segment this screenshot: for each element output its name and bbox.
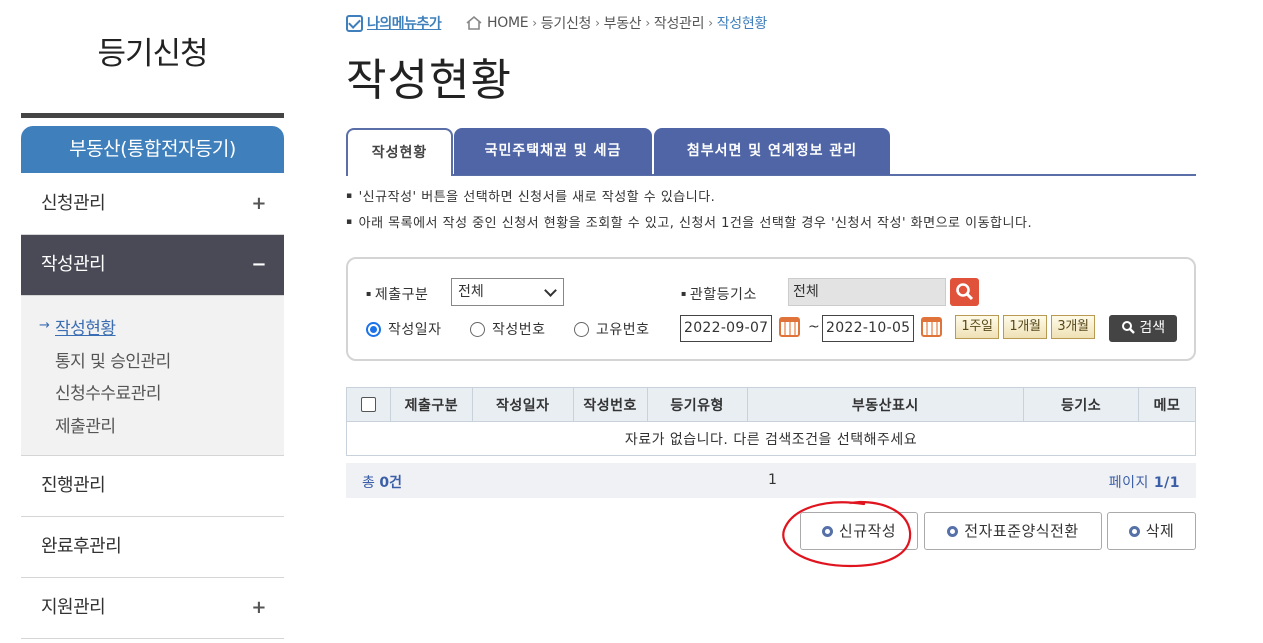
submenu-item-fee[interactable]: 신청수수료관리	[55, 379, 161, 404]
office-search-button[interactable]	[950, 278, 979, 306]
tab-attachments[interactable]: 첨부서면 및 연계정보 관리	[654, 128, 890, 175]
date-to-input[interactable]: 2022-10-05	[822, 315, 914, 342]
pagination-bar: 총 0건 1 페이지 1/1	[346, 463, 1196, 498]
search-panel: ▪ 제출구분 전체 ▪ 관할등기소 전체 작성일자 작성번호 고유번호 2022-0…	[346, 257, 1196, 361]
chevron-right-icon: ›	[708, 16, 713, 30]
radio-unchecked-icon	[574, 321, 589, 337]
breadcrumb: HOME › 등기신청 › 부동산 › 작성관리 › 작성현황	[465, 13, 767, 33]
sidebar-item-progress[interactable]: 진행관리	[21, 456, 284, 517]
sidebar: 등기신청 부동산(통합전자등기) 신청관리 + 작성관리 − → 작성현황 통지…	[21, 0, 284, 643]
sidebar-title: 등기신청	[97, 36, 208, 72]
note-line: ▪ 아래 목록에서 작성 중인 신청서 현황을 조회할 수 있고, 신청서 1건을…	[346, 216, 1033, 231]
page-info: 페이지 1/1	[1108, 475, 1180, 491]
sidebar-item-label: 진행관리	[41, 475, 106, 496]
calendar-icon[interactable]	[779, 317, 800, 337]
submit-type-select[interactable]: 전체	[451, 278, 564, 306]
submenu-item-status[interactable]: 작성현황	[55, 314, 116, 339]
page-title: 작성현황	[346, 55, 512, 106]
results-table: 제출구분 작성일자 작성번호 등기유형 부동산표시 등기소 메모 자료가 없습니…	[346, 387, 1196, 456]
sidebar-item-support[interactable]: 지원관리 +	[21, 578, 284, 639]
office-label: ▪ 관할등기소	[681, 287, 757, 303]
guide-notes: ▪ '신규작성' 버튼을 선택하면 신청서를 새로 작성할 수 있습니다. ▪ 아래…	[346, 186, 1032, 238]
sidebar-item-label: 작성관리	[41, 254, 106, 275]
checkbox-icon	[346, 14, 363, 32]
period-1week-button[interactable]: 1주일	[955, 315, 999, 339]
submit-type-label: ▪ 제출구분	[366, 287, 429, 303]
column-header: 부동산표시	[746, 387, 1024, 422]
bullet-circle-icon	[821, 526, 833, 537]
table-header-row: 제출구분 작성일자 작성번호 등기유형 부동산표시 등기소 메모	[346, 387, 1196, 422]
column-header: 작성일자	[471, 387, 574, 422]
submenu-item-notice[interactable]: 통지 및 승인관리	[55, 347, 171, 372]
breadcrumb-realestate[interactable]: 부동산	[604, 13, 642, 33]
search-button[interactable]: 검색	[1109, 315, 1177, 342]
period-1month-button[interactable]: 1개월	[1003, 315, 1047, 339]
column-header: 제출구분	[389, 387, 473, 422]
radio-number[interactable]: 작성번호	[470, 319, 546, 339]
period-3month-button[interactable]: 3개월	[1051, 315, 1095, 339]
calendar-icon[interactable]	[921, 317, 942, 337]
search-icon	[1121, 321, 1135, 334]
chevron-right-icon: ›	[595, 16, 600, 30]
search-icon	[956, 283, 974, 301]
radio-unchecked-icon	[470, 321, 485, 337]
chevron-right-icon: ›	[532, 16, 537, 30]
column-header: 등기유형	[646, 387, 748, 422]
radio-unique[interactable]: 고유번호	[574, 319, 650, 339]
add-my-menu-label: 나의메뉴추가	[367, 16, 442, 32]
office-field[interactable]: 전체	[788, 278, 946, 306]
sidebar-submenu: → 작성현황 통지 및 승인관리 신청수수료관리 제출관리	[21, 296, 284, 456]
tab-status[interactable]: 작성현황	[346, 128, 453, 176]
sidebar-item-label: 지원관리	[41, 597, 106, 618]
tab-bar: 작성현황 국민주택채권 및 세금 첨부서면 및 연계정보 관리	[346, 128, 1196, 176]
empty-message: 자료가 없습니다. 다른 검색조건을 선택해주세요	[346, 421, 1196, 456]
select-all-checkbox[interactable]	[360, 397, 376, 412]
date-from-input[interactable]: 2022-09-07	[680, 315, 772, 342]
minus-icon[interactable]: −	[251, 235, 266, 295]
radio-date[interactable]: 작성일자	[366, 319, 442, 339]
select-all-cell	[346, 387, 391, 422]
convert-standard-form-button[interactable]: 전자표준양식전환	[924, 512, 1102, 550]
home-icon[interactable]	[465, 15, 483, 31]
table-row: 자료가 없습니다. 다른 검색조건을 선택해주세요	[346, 421, 1196, 456]
column-header: 작성번호	[572, 387, 648, 422]
submenu-item-submit[interactable]: 제출관리	[55, 412, 116, 437]
sidebar-category[interactable]: 부동산(통합전자등기)	[21, 126, 284, 173]
new-write-button[interactable]: 신규작성	[800, 512, 918, 550]
bullet-icon: ▪	[681, 289, 687, 298]
breadcrumb-home[interactable]: HOME	[487, 15, 529, 31]
bullet-circle-icon	[947, 526, 959, 537]
delete-button[interactable]: 삭제	[1107, 512, 1196, 550]
arrow-right-icon: →	[39, 318, 50, 333]
date-separator: ~	[808, 319, 820, 335]
plus-icon[interactable]: +	[251, 578, 266, 638]
sidebar-item-writing[interactable]: 작성관리 −	[21, 235, 284, 296]
bullet-icon: ▪	[346, 217, 353, 227]
breadcrumb-registry[interactable]: 등기신청	[541, 13, 592, 33]
tab-bond-tax[interactable]: 국민주택채권 및 세금	[454, 128, 652, 175]
sidebar-divider	[21, 113, 284, 118]
sidebar-item-label: 신청관리	[41, 193, 106, 214]
sidebar-item-application[interactable]: 신청관리 +	[21, 174, 284, 235]
page-number[interactable]: 1	[768, 472, 777, 488]
bullet-icon: ▪	[346, 191, 353, 201]
note-line: ▪ '신규작성' 버튼을 선택하면 신청서를 새로 작성할 수 있습니다.	[346, 190, 716, 205]
bullet-circle-icon	[1128, 526, 1140, 537]
column-header: 등기소	[1023, 387, 1139, 422]
chevron-down-icon	[544, 284, 557, 297]
plus-icon[interactable]: +	[251, 174, 266, 234]
breadcrumb-writing[interactable]: 작성관리	[654, 13, 705, 33]
sidebar-item-label: 완료후관리	[41, 536, 122, 557]
add-my-menu[interactable]: 나의메뉴추가	[346, 13, 442, 33]
sidebar-item-completed[interactable]: 완료후관리	[21, 517, 284, 578]
radio-checked-icon	[366, 321, 381, 337]
bullet-icon: ▪	[366, 289, 372, 298]
column-header: 메모	[1138, 387, 1196, 422]
breadcrumb-current: 작성현황	[716, 16, 768, 32]
total-count: 총 0건	[362, 475, 402, 491]
chevron-right-icon: ›	[645, 16, 650, 30]
